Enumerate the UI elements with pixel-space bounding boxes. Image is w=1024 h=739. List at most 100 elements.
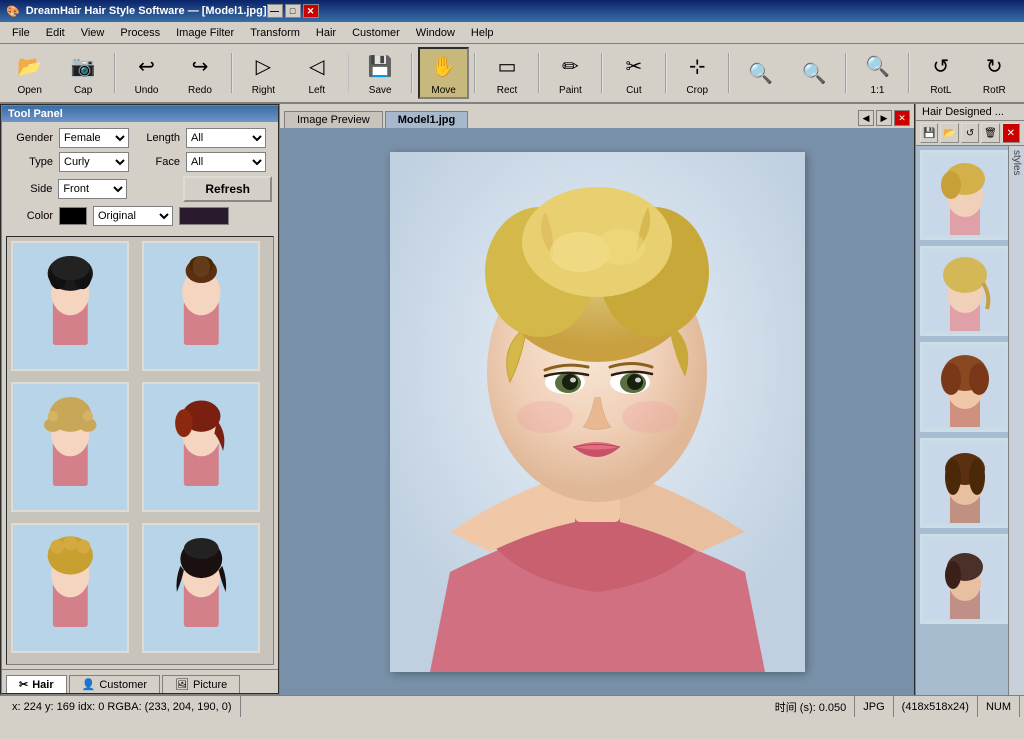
hair-style-grid: [6, 236, 274, 665]
toolbar-btn-rect[interactable]: ▭Rect: [481, 47, 532, 99]
hair-style-item-2[interactable]: [142, 241, 260, 371]
gender-select[interactable]: FemaleMale: [59, 128, 129, 148]
tab-close-button[interactable]: ✕: [894, 110, 910, 126]
hair-style-item-1[interactable]: [11, 241, 129, 371]
tab-next-button[interactable]: ▶: [876, 110, 892, 126]
tab-customer[interactable]: 👤 Customer: [69, 675, 160, 693]
menu-item-customer[interactable]: Customer: [344, 25, 408, 41]
hair-style-item-5[interactable]: [11, 523, 129, 653]
maximize-button[interactable]: □: [285, 4, 301, 18]
left-label: Left: [308, 85, 325, 96]
tab-model-image[interactable]: Model1.jpg: [385, 111, 468, 128]
customer-icon: 👤: [82, 678, 96, 691]
redo-icon: ↪: [184, 51, 216, 83]
hair-style-item-4[interactable]: [142, 382, 260, 512]
minimize-button[interactable]: —: [267, 4, 283, 18]
type-select[interactable]: CurlyStraightWavy: [59, 152, 129, 172]
tool-panel-controls: Gender FemaleMale Length AllShortMediumL…: [2, 122, 278, 232]
toolbar-btn-zoom-in[interactable]: 🔍: [735, 47, 786, 99]
gender-row: Gender FemaleMale Length AllShortMediumL…: [8, 128, 272, 148]
bottom-tabs: ✂ Hair 👤 Customer 🖼 Picture: [2, 669, 278, 693]
rotl-label: RotL: [930, 85, 951, 96]
menu-item-edit[interactable]: Edit: [38, 25, 73, 41]
zoom-ratio-label: 1:1: [871, 85, 885, 96]
toolbar-btn-redo[interactable]: ↪Redo: [174, 47, 225, 99]
title-bar-text: DreamHair Hair Style Software — [Model1.…: [26, 5, 267, 17]
menu-item-transform[interactable]: Transform: [242, 25, 308, 41]
save-label: Save: [369, 85, 392, 96]
undo-label: Undo: [135, 85, 159, 96]
cap-label: Cap: [74, 85, 92, 96]
gender-label: Gender: [8, 132, 53, 144]
toolbar-separator: [538, 53, 540, 93]
menu-item-file[interactable]: File: [4, 25, 38, 41]
toolbar-btn-right[interactable]: ▷Right: [238, 47, 289, 99]
menu-item-window[interactable]: Window: [408, 25, 463, 41]
open-icon: 📂: [14, 51, 46, 83]
tool-panel-title: Tool Panel: [2, 106, 278, 122]
color-swatch-black[interactable]: [59, 207, 87, 225]
rotl-icon: ↺: [925, 51, 957, 83]
length-label: Length: [135, 132, 180, 144]
rotr-label: RotR: [983, 85, 1006, 96]
right-thumb-3[interactable]: [920, 342, 1008, 432]
rpanel-close-btn[interactable]: ✕: [1002, 123, 1020, 143]
right-thumb-4[interactable]: [920, 438, 1008, 528]
toolbar-btn-cap[interactable]: 📷 Cap: [57, 47, 108, 99]
rpanel-refresh-btn[interactable]: ↺: [961, 123, 979, 143]
menu-item-view[interactable]: View: [73, 25, 113, 41]
toolbar-btn-crop[interactable]: ⊹Crop: [672, 47, 723, 99]
toolbar-btn-rotl[interactable]: ↺ RotL: [915, 47, 966, 99]
toolbar-btn-move[interactable]: ✋Move: [418, 47, 469, 99]
toolbar-btn-zoom-ratio[interactable]: 🔍 1:1: [852, 47, 903, 99]
toolbar-btn-cut[interactable]: ✂Cut: [608, 47, 659, 99]
menu-item-process[interactable]: Process: [112, 25, 168, 41]
toolbar-btn-zoom-out[interactable]: 🔍: [788, 47, 839, 99]
tab-hair[interactable]: ✂ Hair: [6, 675, 67, 693]
time-status: 时间 (s): 0.050: [767, 696, 856, 717]
rpanel-save-btn[interactable]: 💾: [920, 123, 938, 143]
cap-icon: 📷: [67, 51, 99, 83]
rpanel-delete-btn[interactable]: 🗑: [981, 123, 999, 143]
toolbar-btn-left[interactable]: ◁Left: [291, 47, 342, 99]
menu-item-help[interactable]: Help: [463, 25, 502, 41]
toolbar-btn-undo[interactable]: ↩ Undo: [121, 47, 172, 99]
toolbar-separator: [411, 53, 413, 93]
rpanel-open-btn[interactable]: 📂: [940, 123, 958, 143]
right-thumb-1[interactable]: [920, 150, 1008, 240]
close-button[interactable]: ✕: [303, 4, 319, 18]
face-select[interactable]: AllRoundOvalSquare: [186, 152, 266, 172]
toolbar-separator: [728, 53, 730, 93]
color-select[interactable]: OriginalBlackBrownBlondeRed: [93, 206, 173, 226]
length-select[interactable]: AllShortMediumLong: [186, 128, 266, 148]
toolbar-btn-open[interactable]: 📂Open: [4, 47, 55, 99]
save-icon: 💾: [364, 51, 396, 83]
zoom-out-icon: 🔍: [798, 57, 830, 89]
tab-prev-button[interactable]: ◀: [858, 110, 874, 126]
right-thumb-5[interactable]: [920, 534, 1008, 624]
undo-icon: ↩: [131, 51, 163, 83]
toolbar-separator: [845, 53, 847, 93]
move-label: Move: [431, 85, 455, 96]
right-thumb-2[interactable]: [920, 246, 1008, 336]
hair-style-item-3[interactable]: [11, 382, 129, 512]
toolbar-separator: [474, 53, 476, 93]
toolbar-btn-save[interactable]: 💾 Save: [354, 47, 405, 99]
toolbar-btn-rotr[interactable]: ↻RotR: [969, 47, 1020, 99]
zoom-ratio-icon: 🔍: [861, 51, 893, 83]
title-bar: 🎨 DreamHair Hair Style Software — [Model…: [0, 0, 1024, 22]
right-panel-toolbar: 💾 📂 ↺ 🗑 ✕: [916, 121, 1024, 146]
tab-picture[interactable]: 🖼 Picture: [162, 675, 240, 693]
tab-controls: ◀ ▶ ✕: [858, 110, 910, 128]
hair-style-item-6[interactable]: [142, 523, 260, 653]
side-select[interactable]: FrontLeftRight: [58, 179, 127, 199]
menu-item-hair[interactable]: Hair: [308, 25, 344, 41]
toolbar-separator: [601, 53, 603, 93]
color-preview-swatch: [179, 207, 229, 225]
center-area: Image Preview Model1.jpg ◀ ▶ ✕: [280, 104, 914, 695]
menu-item-image-filter[interactable]: Image Filter: [168, 25, 242, 41]
toolbar-btn-paint[interactable]: ✏Paint: [545, 47, 596, 99]
tab-image-preview[interactable]: Image Preview: [284, 111, 383, 128]
face-label: Face: [135, 156, 180, 168]
refresh-button[interactable]: Refresh: [183, 176, 272, 202]
